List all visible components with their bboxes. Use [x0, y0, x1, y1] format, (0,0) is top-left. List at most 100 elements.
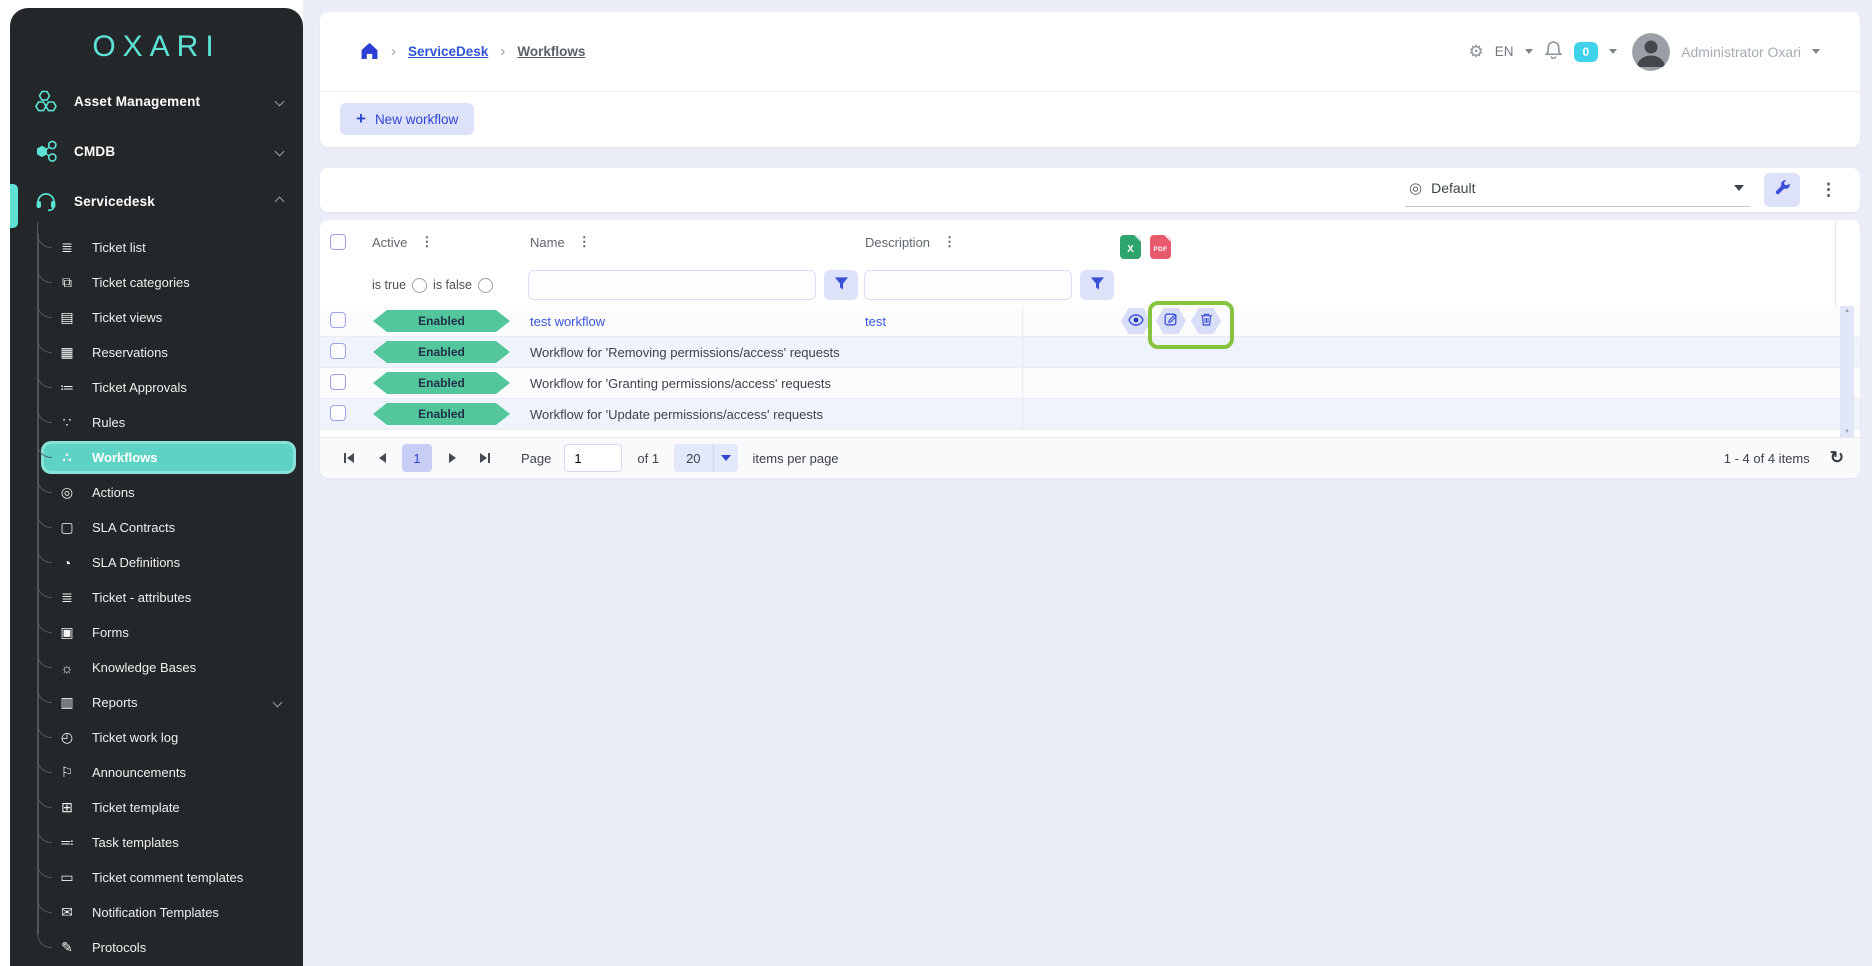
sidebar-subnav: ≣Ticket list⧉Ticket categories▤Ticket vi…: [10, 230, 303, 965]
sidebar-item-label: Actions: [92, 485, 135, 500]
table-icon: ▤: [56, 309, 78, 326]
row-checkbox[interactable]: [330, 343, 346, 359]
sidebar-item-ticket-comment-templates[interactable]: ▭Ticket comment templates: [10, 860, 303, 895]
sidebar-group-asset-management[interactable]: Asset Management: [10, 76, 303, 126]
row-checkbox[interactable]: [330, 374, 346, 390]
more-options-button[interactable]: ⋮: [1814, 180, 1844, 200]
sidebar-item-protocols[interactable]: ✎Protocols: [10, 930, 303, 965]
view-selector-dropdown[interactable]: ◎ Default: [1405, 174, 1750, 207]
sidebar-item-label: Ticket categories: [92, 275, 190, 290]
sidebar-item-ticket-approvals[interactable]: ≔Ticket Approvals: [10, 370, 303, 405]
notification-count-badge[interactable]: 0: [1574, 42, 1599, 62]
sidebar-item-reports[interactable]: ▥Reports: [10, 685, 303, 720]
workflow-name: Workflow for 'Granting permissions/acces…: [530, 376, 865, 391]
column-menu-icon[interactable]: ⋮: [578, 234, 592, 250]
chevron-down-icon[interactable]: [1609, 49, 1617, 54]
sidebar-item-workflows[interactable]: ∴Workflows: [10, 440, 303, 475]
column-menu-icon[interactable]: ⋮: [420, 234, 434, 250]
sidebar-item-rules[interactable]: ∵Rules: [10, 405, 303, 440]
table-row[interactable]: Enabledtest workflowtest: [320, 306, 1860, 337]
tree-connector: [37, 642, 52, 668]
comment-template-icon: ▭: [56, 869, 78, 886]
sidebar-item-ticket-attributes[interactable]: ≣Ticket - attributes: [10, 580, 303, 615]
name-filter-input[interactable]: [528, 270, 816, 300]
is-true-radio[interactable]: [412, 278, 427, 293]
name-filter-button[interactable]: [824, 270, 858, 300]
description-filter-button[interactable]: [1080, 270, 1114, 300]
row-checkbox[interactable]: [330, 405, 346, 421]
sidebar-item-ticket-list[interactable]: ≣Ticket list: [10, 230, 303, 265]
new-workflow-label: New workflow: [375, 112, 458, 127]
column-header-name[interactable]: Name: [530, 235, 565, 250]
chevron-down-icon[interactable]: [1812, 49, 1820, 54]
breadcrumb-link-servicedesk[interactable]: ServiceDesk: [408, 44, 488, 59]
export-pdf-icon[interactable]: PDF: [1150, 235, 1171, 259]
workflow-name[interactable]: test workflow: [530, 314, 865, 329]
bell-icon[interactable]: [1544, 40, 1563, 64]
table-row[interactable]: EnabledWorkflow for 'Removing permission…: [320, 337, 1860, 368]
status-badge: Enabled: [373, 341, 510, 363]
current-page-button[interactable]: 1: [402, 444, 432, 472]
sidebar-item-ticket-work-log[interactable]: ◴Ticket work log: [10, 720, 303, 755]
select-all-checkbox[interactable]: [330, 234, 346, 250]
sidebar-item-notification-templates[interactable]: ✉Notification Templates: [10, 895, 303, 930]
column-menu-icon[interactable]: ⋮: [943, 234, 957, 250]
breadcrumb: › ServiceDesk › Workflows: [360, 41, 585, 62]
chevron-up-icon: [275, 196, 285, 206]
sidebar-item-label: Protocols: [92, 940, 146, 955]
sidebar-item-ticket-template[interactable]: ⊞Ticket template: [10, 790, 303, 825]
scroll-down-icon[interactable]: ▼: [1844, 429, 1850, 435]
edit-button[interactable]: [1156, 308, 1186, 334]
table-scrollbar[interactable]: ▲ ▼: [1840, 306, 1854, 437]
sidebar-item-ticket-categories[interactable]: ⧉Ticket categories: [10, 265, 303, 300]
sidebar-item-sla-contracts[interactable]: ▢SLA Contracts: [10, 510, 303, 545]
table-row[interactable]: EnabledWorkflow for 'Update permissions/…: [320, 399, 1860, 430]
language-selector[interactable]: EN: [1495, 44, 1514, 59]
table-row[interactable]: EnabledWorkflow for 'Granting permission…: [320, 368, 1860, 399]
sidebar-group-cmdb[interactable]: CMDB: [10, 126, 303, 176]
sidebar-group-servicedesk[interactable]: Servicedesk: [10, 176, 303, 226]
column-header-active[interactable]: Active: [372, 235, 407, 250]
sidebar-item-reservations[interactable]: ▦Reservations: [10, 335, 303, 370]
page-size-select[interactable]: 20: [674, 444, 737, 472]
export-excel-icon[interactable]: X: [1120, 235, 1141, 259]
last-page-button[interactable]: [472, 445, 498, 471]
is-false-radio[interactable]: [478, 278, 493, 293]
sidebar-item-announcements[interactable]: ⚐Announcements: [10, 755, 303, 790]
delete-button[interactable]: [1191, 308, 1221, 334]
tree-connector: [37, 782, 52, 808]
sidebar-item-forms[interactable]: ▣Forms: [10, 615, 303, 650]
sidebar-item-knowledge-bases[interactable]: ☼Knowledge Bases: [10, 650, 303, 685]
column-header-description[interactable]: Description: [865, 235, 930, 250]
chevron-down-icon[interactable]: [1525, 49, 1533, 54]
sidebar-item-actions[interactable]: ◎Actions: [10, 475, 303, 510]
first-page-button[interactable]: [336, 445, 362, 471]
gear-icon[interactable]: ⚙: [1468, 42, 1483, 62]
view-button[interactable]: [1121, 308, 1151, 334]
sidebar-item-label: Workflows: [92, 450, 158, 465]
row-checkbox[interactable]: [330, 312, 346, 328]
sidebar-item-label: Ticket Approvals: [92, 380, 187, 395]
home-icon[interactable]: [360, 41, 379, 62]
scroll-up-icon[interactable]: ▲: [1844, 308, 1850, 314]
topbar-controls: ⚙ EN 0 Admini: [1468, 33, 1820, 71]
page-number-input[interactable]: [564, 444, 622, 472]
form-icon: ▣: [56, 624, 78, 641]
sidebar-group-label: Asset Management: [74, 94, 260, 109]
refresh-icon[interactable]: ↻: [1830, 448, 1844, 468]
breadcrumb-current-workflows[interactable]: Workflows: [517, 44, 585, 59]
sidebar-item-task-templates[interactable]: ≕Task templates: [10, 825, 303, 860]
sidebar-item-sla-definitions[interactable]: ◔SLA Definitions: [10, 545, 303, 580]
headset-icon: [34, 189, 58, 213]
list-icon: ≣: [56, 239, 78, 256]
sidebar-item-ticket-views[interactable]: ▤Ticket views: [10, 300, 303, 335]
grid-settings-button[interactable]: [1764, 173, 1800, 207]
description-filter-input[interactable]: [864, 270, 1072, 300]
chart-icon: ▥: [56, 694, 78, 711]
user-name[interactable]: Administrator Oxari: [1681, 44, 1801, 60]
new-workflow-button[interactable]: + New workflow: [340, 103, 474, 135]
avatar[interactable]: [1632, 33, 1670, 71]
previous-page-button[interactable]: [369, 445, 395, 471]
trash-icon: [1199, 312, 1214, 330]
next-page-button[interactable]: [439, 445, 465, 471]
